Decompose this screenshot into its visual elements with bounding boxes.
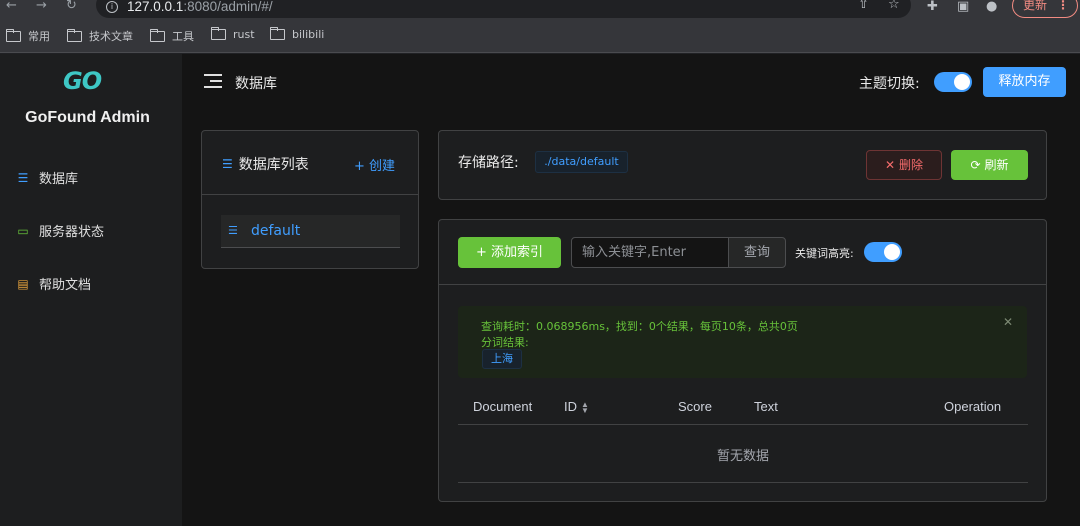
column-header: Text [754, 399, 778, 414]
go-logo: GO [63, 67, 102, 95]
folder-icon [270, 27, 285, 40]
highlight-label: 关键词高亮: [795, 247, 854, 260]
segment-label: 分词结果: [481, 336, 529, 349]
bookmark-folder[interactable]: bilibili [270, 27, 324, 41]
main-content: ☰ 数据库列表 + 创建 ☰ default 存储路径: ./data/defa… [182, 111, 1080, 526]
refresh-icon: ⟳ [970, 158, 981, 172]
segment-tag: 上海 [482, 349, 522, 369]
close-icon[interactable]: ✕ [1003, 315, 1013, 329]
database-list-title: ☰ 数据库列表 [222, 157, 309, 173]
database-icon: ☰ [228, 224, 238, 237]
sort-icon[interactable]: ▲ ▼ [581, 400, 589, 414]
address-bar[interactable]: i 127.0.0.1:8080/admin/#/ ⇧ ☆ [96, 0, 911, 18]
top-header: 数据库 主题切换: 释放内存 [182, 54, 1080, 111]
app-name: GoFound Admin [25, 109, 150, 126]
sidebar-item-label: 帮助文档 [39, 278, 92, 293]
reload-icon[interactable]: ↻ [66, 0, 77, 14]
result-summary: 查询耗时：0.068956ms，找到：0个结果，每页10条，总共0页 [481, 320, 798, 333]
profile-icon[interactable]: ● [986, 0, 997, 14]
create-database-button[interactable]: + 创建 [354, 155, 395, 174]
extensions-icon[interactable]: ✚ [927, 0, 938, 14]
refresh-button[interactable]: ⟳ 刷新 [951, 150, 1028, 180]
sidebar-item-label: 数据库 [39, 172, 79, 187]
folder-icon [211, 27, 226, 40]
release-memory-button[interactable]: 释放内存 [983, 67, 1066, 97]
add-index-button[interactable]: + 添加索引 [458, 237, 561, 268]
sidepanel-icon[interactable]: ▣ [957, 0, 969, 14]
document-icon: ▤ [17, 276, 29, 291]
site-info-icon[interactable]: i [106, 1, 118, 13]
storage-path-tag: ./data/default [535, 151, 628, 173]
sidebar-item-label: 服务器状态 [39, 225, 105, 240]
search-card: + 添加索引 查询 关键词高亮: 查询耗时：0.068956ms，找到：0个结果… [438, 219, 1047, 502]
forward-icon[interactable]: → [36, 0, 47, 14]
database-icon: ☰ [17, 170, 29, 185]
menu-toggle-icon[interactable] [204, 74, 222, 89]
storage-path-card: 存储路径: ./data/default ✕ 删除 ⟳ 刷新 [438, 130, 1047, 200]
close-icon: ✕ [885, 158, 896, 172]
page-title: 数据库 [235, 76, 277, 92]
search-input[interactable] [571, 237, 729, 268]
more-menu-icon[interactable]: ⋮ [1057, 0, 1069, 17]
folder-icon [67, 28, 82, 42]
database-item-default[interactable]: ☰ default [221, 215, 400, 248]
column-header: Score [678, 399, 712, 414]
theme-label: 主题切换: [859, 76, 920, 92]
browser-toolbar: ← → ↻ i 127.0.0.1:8080/admin/#/ ⇧ ☆ ✚ ▣ … [0, 0, 1080, 21]
folder-icon [150, 28, 165, 42]
sidebar-item-help[interactable]: ▤ 帮助文档 [16, 274, 92, 294]
monitor-icon: ▭ [17, 223, 29, 238]
storage-path-label: 存储路径: [458, 155, 519, 171]
bookmark-folder[interactable]: 常用 [6, 28, 50, 44]
empty-state: 暂无数据 [716, 449, 769, 464]
column-header: Operation [944, 399, 1002, 414]
sidebar-item-database[interactable]: ☰ 数据库 [16, 168, 79, 188]
result-alert: 查询耗时：0.068956ms，找到：0个结果，每页10条，总共0页 分词结果:… [458, 306, 1027, 378]
update-button[interactable]: 更新 ⋮ [1012, 0, 1078, 18]
bookmarks-bar: 常用 技术文章 工具 rust bilibili [0, 21, 1080, 53]
back-icon[interactable]: ← [6, 0, 17, 14]
bookmark-folder[interactable]: 技术文章 [67, 28, 133, 44]
column-header-sortable[interactable]: ID ▲ ▼ [564, 399, 589, 414]
plus-icon: + [475, 245, 487, 260]
highlight-toggle[interactable] [864, 242, 902, 262]
url-text[interactable]: 127.0.0.1:8080/admin/#/ [127, 0, 273, 14]
sidebar-item-server-status[interactable]: ▭ 服务器状态 [16, 221, 105, 241]
theme-toggle[interactable] [934, 72, 972, 92]
sidebar: GO GoFound Admin ☰ 数据库 ▭ 服务器状态 ▤ 帮助文档 [0, 54, 182, 526]
database-list-card: ☰ 数据库列表 + 创建 ☰ default [201, 130, 419, 269]
query-button[interactable]: 查询 [728, 237, 786, 268]
column-header: Document [473, 399, 533, 414]
bookmark-star-icon[interactable]: ☆ [888, 0, 900, 12]
folder-icon [6, 28, 21, 42]
bookmark-folder[interactable]: 工具 [150, 28, 194, 44]
database-icon: ☰ [222, 157, 233, 171]
bookmark-folder[interactable]: rust [211, 27, 255, 41]
share-icon[interactable]: ⇧ [858, 0, 869, 12]
delete-database-button[interactable]: ✕ 删除 [866, 150, 942, 180]
